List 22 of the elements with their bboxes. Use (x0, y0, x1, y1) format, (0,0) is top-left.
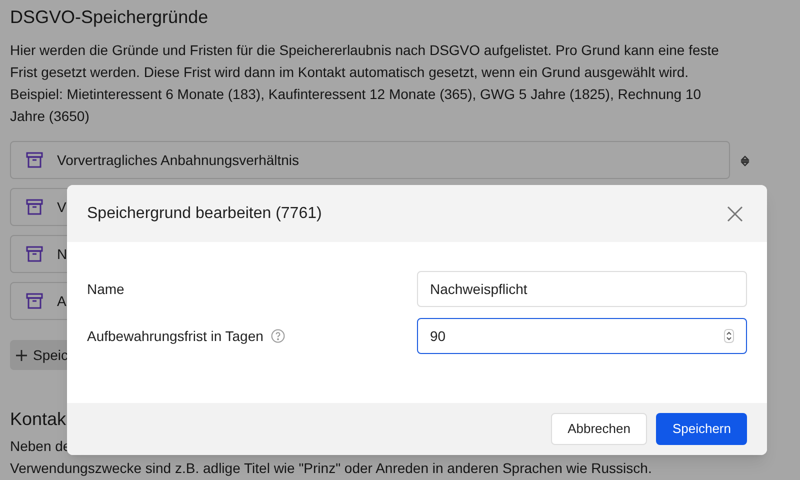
cancel-button[interactable]: Abbrechen (550, 413, 648, 445)
section-text-line: Verwendungszwecke sind z.B. adlige Titel wie "Prinz" oder Anreden in anderen Sprachen wie Russisch. (10, 459, 652, 478)
archive-box-icon (26, 293, 43, 309)
field-label: Aufbewahrungsfrist in Tagen (87, 326, 264, 346)
plus-icon (16, 350, 27, 360)
section-title: Kontak (10, 408, 66, 431)
archive-box-icon (26, 199, 43, 215)
dialog-title: Speichergrund bearbeiten (7761) (87, 204, 322, 224)
spinner-icon[interactable] (724, 329, 734, 343)
archive-box-icon (26, 246, 43, 262)
input-field[interactable]: Nachweispflicht (417, 271, 747, 307)
reason-item[interactable]: Vorvertragliches Anbahnungsverhältnis (10, 141, 730, 179)
close-icon (727, 206, 743, 222)
help-icon (271, 329, 286, 343)
description-text: Hier werden die Gründe und Fristen für die Speichererlaubnis nach DSGVO aufgelistet. Pro Grund kann eine feste Frist gesetzt werden. Diese Frist wird dann im Kontakt automatisch gesetzt, wenn ein Grund ausgewählt wird. Beispiel: Mietinteressent 6 Monate (183), Kaufinteressent 12 Monate (365), GWG 5 Jahre (1825), Rechnung 10 Jahre (3650) (10, 41, 720, 126)
input-field[interactable]: 90 (417, 318, 747, 354)
sort-icon (740, 155, 750, 167)
field-label: Name (87, 280, 124, 298)
page-title: DSGVO-Speichergründe (10, 6, 208, 29)
archive-box-icon (26, 152, 43, 168)
close-button[interactable] (725, 204, 745, 224)
save-button[interactable]: Speichern (656, 413, 747, 445)
